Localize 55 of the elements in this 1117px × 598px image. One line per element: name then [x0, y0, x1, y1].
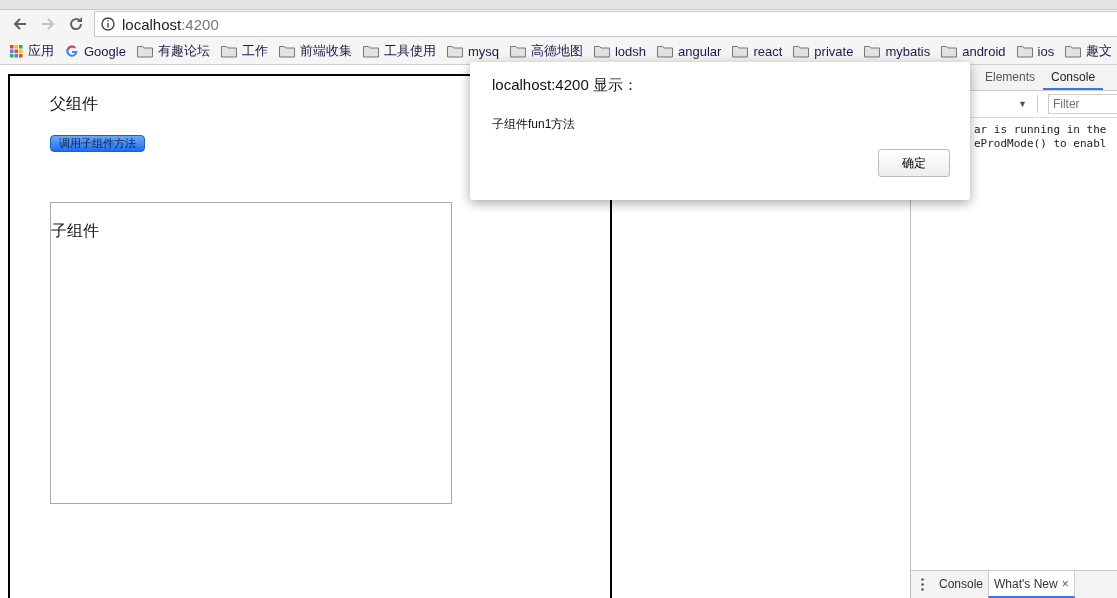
- drawer-tab[interactable]: What's New ×: [988, 571, 1075, 598]
- more-dots-icon[interactable]: [921, 578, 924, 591]
- bookmark-item[interactable]: private: [793, 43, 854, 59]
- close-tab-button[interactable]: ×: [1061, 576, 1069, 591]
- devtools-tab[interactable]: Console: [1043, 65, 1104, 90]
- bookmark-item[interactable]: 高德地图: [510, 42, 583, 60]
- back-arrow-icon: [12, 16, 28, 32]
- bookmark-item[interactable]: react: [732, 43, 783, 59]
- bookmark-item[interactable]: mysq: [446, 43, 499, 59]
- folder-icon: [510, 44, 526, 58]
- folder-icon: [1065, 44, 1082, 58]
- call-method-button[interactable]: 调用子组件方法: [50, 135, 145, 152]
- folder-icon: [1016, 44, 1033, 58]
- folder-icon: [594, 44, 610, 58]
- folder-icon: [446, 44, 463, 58]
- bookmark-item[interactable]: 趣文: [1065, 42, 1113, 60]
- url-text: localhost:4200: [122, 15, 219, 33]
- console-line: ar is running in the: [973, 123, 1108, 137]
- folder-icon: [362, 44, 379, 58]
- bookmark-item[interactable]: 有趣论坛: [136, 42, 210, 60]
- bookmark-item[interactable]: 工具使用: [362, 42, 436, 60]
- bookmark-item[interactable]: android: [941, 43, 1006, 59]
- dialog-message: 子组件fun1方法: [492, 116, 577, 133]
- ok-button[interactable]: 确定: [878, 149, 950, 177]
- dialog-title: localhost:4200 显示：: [492, 76, 639, 95]
- filter-field[interactable]: Filter: [1047, 94, 1117, 114]
- folder-icon: [278, 44, 295, 58]
- bookmark-item[interactable]: mybatis: [864, 43, 931, 59]
- console-line: eProdMode() to enabl: [973, 137, 1108, 151]
- folder-icon: [732, 44, 749, 58]
- folder-icon: [941, 44, 958, 58]
- child-title: 子组件: [51, 221, 100, 241]
- devtools-tab[interactable]: Elements: [977, 65, 1044, 90]
- reload-icon: [68, 16, 84, 32]
- info-icon: [101, 17, 115, 31]
- address-bar[interactable]: localhost:4200: [94, 11, 1117, 37]
- drawer-tab-label: Console: [939, 576, 984, 591]
- folder-icon: [864, 44, 881, 58]
- bookmark-item[interactable]: 应用: [10, 42, 54, 60]
- g-logo-icon: [65, 44, 79, 58]
- folder-icon: [657, 44, 674, 58]
- bookmark-item[interactable]: 前端收集: [278, 42, 352, 60]
- bookmark-item[interactable]: Google: [65, 43, 126, 59]
- folder-icon: [220, 44, 237, 58]
- apps-grid-icon: [10, 44, 23, 58]
- bookmark-item[interactable]: angular: [657, 43, 722, 59]
- forward-arrow-icon: [40, 16, 56, 32]
- bookmark-item[interactable]: ios: [1016, 43, 1055, 59]
- bookmark-item[interactable]: 工作: [220, 42, 268, 60]
- drawer-tab[interactable]: Console: [934, 571, 989, 598]
- folder-icon: [793, 44, 810, 58]
- drawer-tab-label: What's New: [994, 576, 1058, 591]
- folder-icon: [136, 44, 153, 58]
- bookmark-item[interactable]: lodsh: [594, 43, 647, 59]
- parent-title: 父组件: [50, 94, 98, 114]
